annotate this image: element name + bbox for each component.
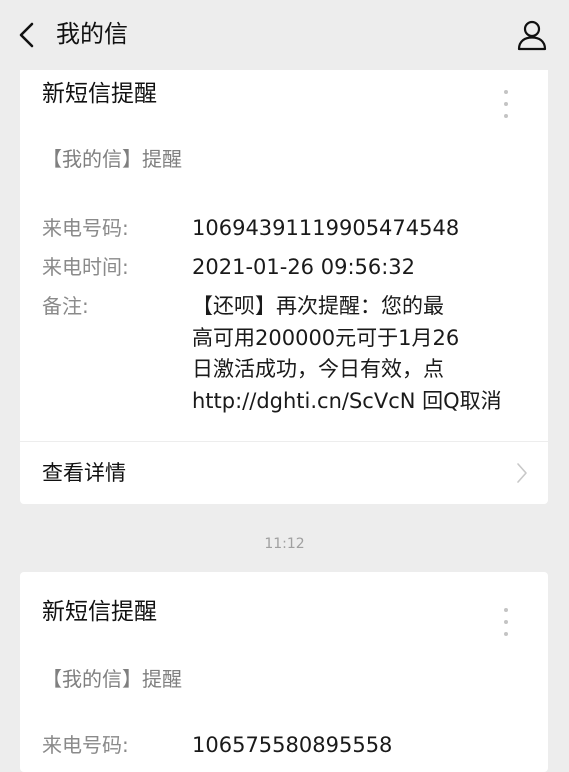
view-details-label: 查看详情 (42, 461, 126, 485)
caller-number-label: 来电号码: (42, 733, 129, 757)
more-vertical-icon[interactable] (500, 90, 512, 124)
call-time-label: 来电时间: (42, 255, 129, 279)
message-card: 新短信提醒 【我的信】提醒 来电号码: 106575580895558 (20, 572, 548, 772)
view-details-button[interactable]: 查看详情 (20, 442, 548, 504)
caller-number-value: 106575580895558 (192, 733, 393, 757)
message-title: 新短信提醒 (42, 81, 157, 107)
message-subtitle: 【我的信】提醒 (42, 667, 182, 691)
note-value: 【还呗】再次提醒：您的最 高可用200000元可于1月26 日激活成功，今日有效… (192, 294, 502, 413)
chevron-left-icon[interactable] (14, 20, 42, 50)
message-card: 新短信提醒 【我的信】提醒 来电号码: 10694391119905474548… (20, 70, 548, 504)
more-vertical-icon[interactable] (500, 608, 512, 642)
chevron-right-icon (517, 463, 527, 483)
app-header: 我的信 (0, 0, 569, 70)
message-subtitle: 【我的信】提醒 (42, 147, 182, 171)
message-timestamp: 11:12 (264, 536, 305, 552)
message-title: 新短信提醒 (42, 599, 157, 625)
note-label: 备注: (42, 294, 89, 318)
caller-number-value: 10694391119905474548 (192, 216, 460, 240)
caller-number-label: 来电号码: (42, 216, 129, 240)
page-title: 我的信 (56, 20, 128, 48)
user-icon[interactable] (515, 18, 549, 52)
call-time-value: 2021-01-26 09:56:32 (192, 255, 416, 279)
